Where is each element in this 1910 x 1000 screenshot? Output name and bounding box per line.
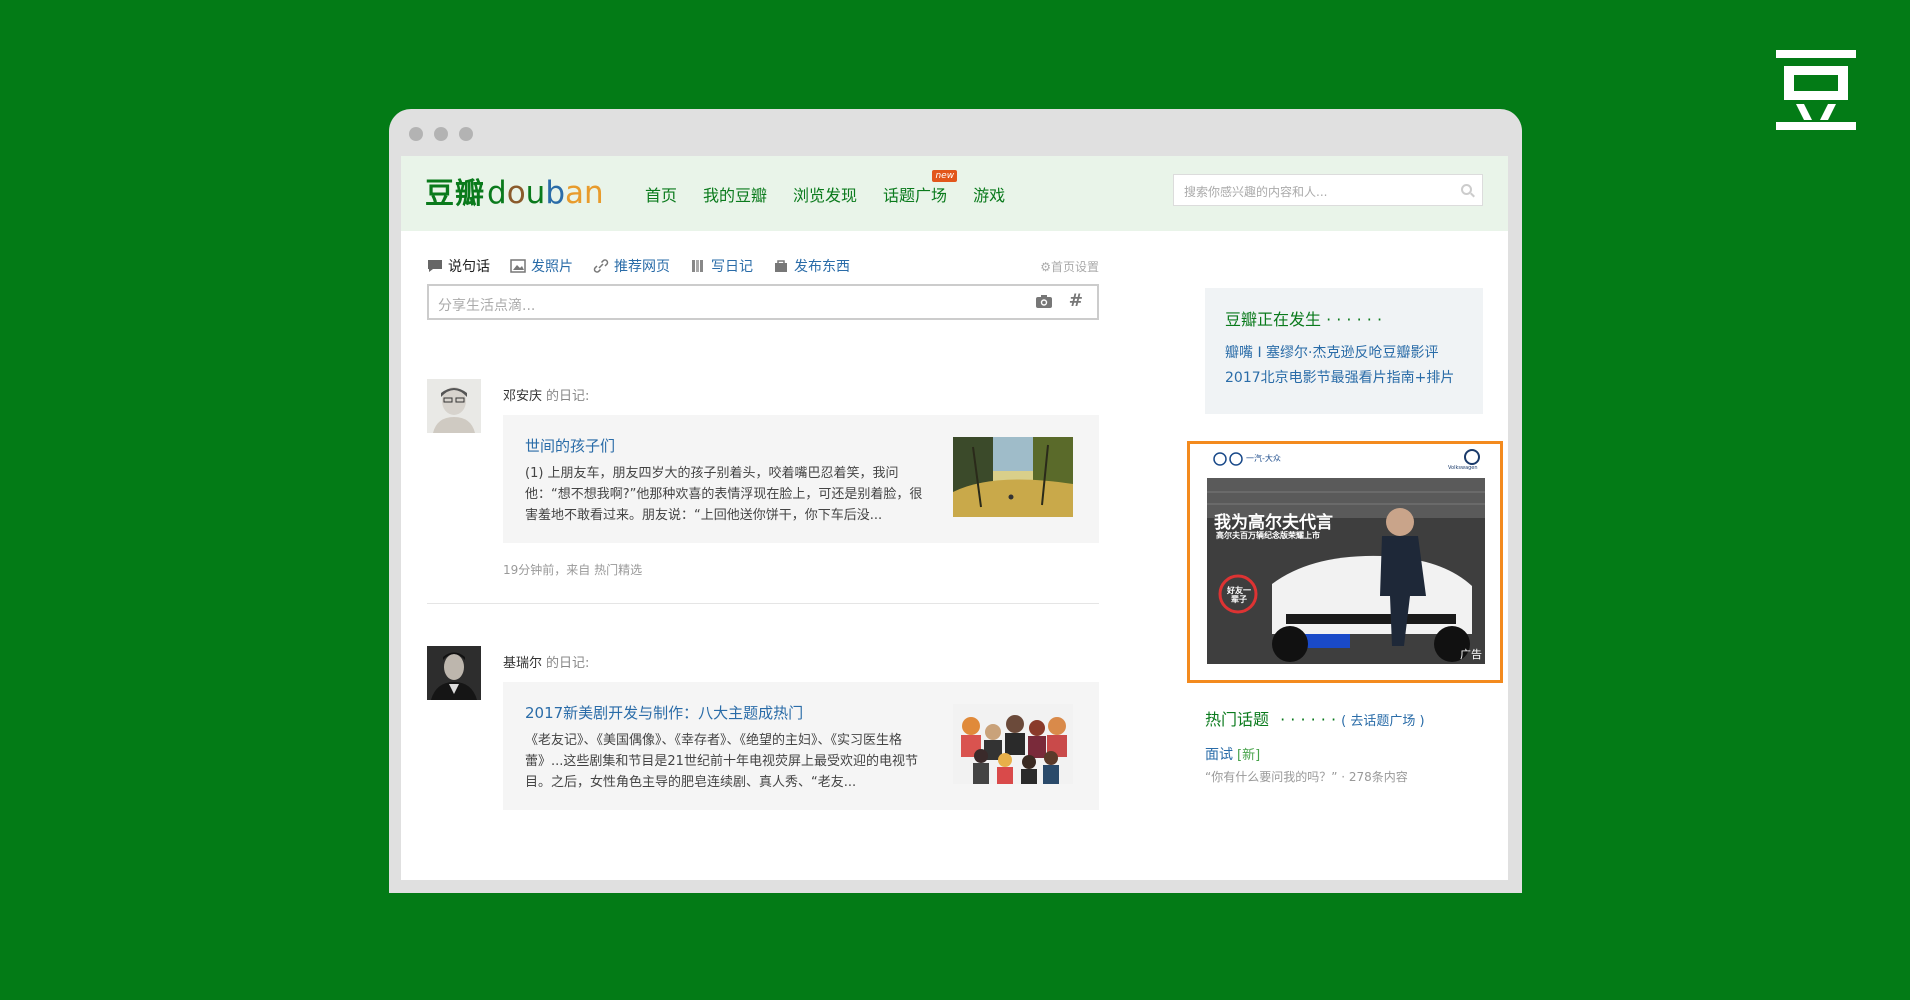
nav-home[interactable]: 首页 bbox=[645, 182, 677, 206]
diary-title[interactable]: 2017新美剧开发与制作：八大主题成热门 bbox=[525, 702, 803, 723]
happening-link[interactable]: 瓣嘴 I 塞缪尔·杰克逊反呛豆瓣影评 bbox=[1225, 342, 1438, 362]
douban-logo[interactable]: 豆瓣 douban bbox=[425, 170, 604, 212]
tab-diary[interactable]: 写日记 bbox=[690, 256, 753, 276]
home-settings-link[interactable]: ⚙首页设置 bbox=[1040, 258, 1099, 275]
diary-card: 世间的孩子们 (1) 上朋友车，朋友四岁大的孩子别着头，咬着嘴巴忍着笑，我问他：… bbox=[503, 415, 1099, 543]
ad-label: 广告 bbox=[1460, 648, 1482, 661]
happening-title: 豆瓣正在发生 · · · · · · bbox=[1225, 310, 1383, 329]
main-column: 说句话 发照片 推荐网页 写日记 发布东西 ⚙首页设置 分享生活点滴... # … bbox=[427, 256, 1099, 810]
diary-thumbnail[interactable] bbox=[953, 704, 1073, 784]
ad-badge: 好友一辈子 bbox=[1227, 586, 1251, 604]
nav-topics[interactable]: 话题广场 new bbox=[883, 170, 958, 206]
tab-link[interactable]: 推荐网页 bbox=[593, 256, 670, 276]
top-nav: 豆瓣 douban 首页 我的豆瓣 浏览发现 话题广场 new 游戏 搜索你感兴趣… bbox=[401, 156, 1508, 231]
window-dot-icon[interactable] bbox=[409, 127, 423, 141]
feed-item: 基瑞尔 的日记: 2017新美剧开发与制作：八大主题成热门 《老友记》、《美国偶像… bbox=[427, 646, 1099, 846]
hot-topic-item: 面试 [新] bbox=[1205, 744, 1495, 764]
ad-banner[interactable]: 一汽-大众 Volkswagen 我为高尔夫代言 高尔夫百万辆纪念版荣耀上市 好… bbox=[1187, 441, 1503, 683]
avatar[interactable] bbox=[427, 379, 481, 433]
nav-links: 首页 我的豆瓣 浏览发现 话题广场 new 游戏 bbox=[645, 170, 1005, 206]
logo-english: douban bbox=[487, 175, 604, 211]
window-dot-icon[interactable] bbox=[459, 127, 473, 141]
happening-box: 豆瓣正在发生 · · · · · · 瓣嘴 I 塞缪尔·杰克逊反呛豆瓣影评 20… bbox=[1205, 288, 1483, 414]
hot-topic-desc: “你有什么要问我的吗？” · 278条内容 bbox=[1205, 770, 1408, 784]
share-input[interactable]: 分享生活点滴... # bbox=[427, 284, 1099, 320]
browser-viewport: 豆瓣 douban 首页 我的豆瓣 浏览发现 话题广场 new 游戏 搜索你感兴趣… bbox=[401, 156, 1508, 880]
item-header: 基瑞尔 的日记: bbox=[503, 652, 589, 671]
new-badge: new bbox=[932, 170, 958, 182]
avatar[interactable] bbox=[427, 646, 481, 700]
user-name[interactable]: 基瑞尔 bbox=[503, 656, 542, 671]
diary-thumbnail[interactable] bbox=[953, 437, 1073, 517]
hot-topics: 热门话题 · · · · · · ( 去话题广场 ) 面试 [新] “你有什么要问… bbox=[1205, 706, 1495, 785]
window-dot-icon[interactable] bbox=[434, 127, 448, 141]
search-icon[interactable] bbox=[1461, 184, 1472, 195]
search-input[interactable]: 搜索你感兴趣的内容和人... bbox=[1173, 174, 1483, 206]
share-placeholder: 分享生活点滴... bbox=[438, 298, 536, 314]
diary-excerpt: (1) 上朋友车，朋友四岁大的孩子别着头，咬着嘴巴忍着笑，我问他：“想不想我啊?… bbox=[525, 466, 923, 523]
item-header: 邓安庆 的日记: bbox=[503, 385, 589, 404]
ad-brand-right: Volkswagen bbox=[1448, 465, 1478, 471]
tab-photo[interactable]: 发照片 bbox=[510, 256, 573, 276]
topics-square-link[interactable]: ( 去话题广场 ) bbox=[1341, 714, 1424, 729]
new-tag: [新] bbox=[1237, 748, 1261, 763]
logo-chinese: 豆瓣 bbox=[425, 176, 486, 210]
link-icon bbox=[593, 259, 609, 273]
book-icon bbox=[692, 260, 703, 272]
picture-icon bbox=[510, 259, 526, 273]
diary-card: 2017新美剧开发与制作：八大主题成热门 《老友记》、《美国偶像》、《幸存者》、… bbox=[503, 682, 1099, 810]
feed-divider bbox=[427, 603, 1099, 604]
nav-games[interactable]: 游戏 bbox=[973, 182, 1005, 206]
douban-corner-logo-icon bbox=[1776, 50, 1856, 130]
feed-item: 邓安庆 的日记: 世间的孩子们 (1) 上朋友车，朋友四岁大的孩子别着头，咬着嘴巴… bbox=[427, 379, 1099, 579]
bag-icon bbox=[775, 260, 787, 272]
nav-explore[interactable]: 浏览发现 bbox=[793, 182, 857, 206]
search-placeholder: 搜索你感兴趣的内容和人... bbox=[1184, 185, 1328, 199]
happening-link[interactable]: 2017北京电影节最强看片指南+排片 bbox=[1225, 367, 1454, 387]
camera-icon[interactable] bbox=[1035, 294, 1053, 309]
nav-my-douban[interactable]: 我的豆瓣 bbox=[703, 182, 767, 206]
hot-topic-link[interactable]: 面试 bbox=[1205, 747, 1233, 763]
hashtag-button[interactable]: # bbox=[1069, 291, 1083, 311]
diary-title[interactable]: 世间的孩子们 bbox=[525, 435, 615, 456]
ad-subline: 高尔夫百万辆纪念版荣耀上市 bbox=[1216, 531, 1320, 540]
item-meta: 19分钟前，来自 热门精选 bbox=[503, 563, 643, 577]
item-action: 的日记: bbox=[546, 656, 590, 671]
composer-tabs: 说句话 发照片 推荐网页 写日记 发布东西 ⚙首页设置 bbox=[427, 256, 1099, 276]
user-name[interactable]: 邓安庆 bbox=[503, 389, 542, 404]
tab-say[interactable]: 说句话 bbox=[427, 256, 490, 276]
browser-window: 豆瓣 douban 首页 我的豆瓣 浏览发现 话题广场 new 游戏 搜索你感兴趣… bbox=[389, 109, 1522, 893]
ad-image bbox=[1190, 444, 1500, 680]
diary-excerpt: 《老友记》、《美国偶像》、《幸存者》、《绝望的主妇》、《实习医生格蕾》...这些… bbox=[525, 733, 918, 790]
item-action: 的日记: bbox=[546, 389, 590, 404]
hot-topics-title: 热门话题 · · · · · · ( 去话题广场 ) bbox=[1205, 710, 1425, 729]
tab-publish[interactable]: 发布东西 bbox=[773, 256, 850, 276]
ad-brand-left: 一汽-大众 bbox=[1246, 454, 1281, 463]
speech-bubble-icon bbox=[428, 260, 442, 272]
